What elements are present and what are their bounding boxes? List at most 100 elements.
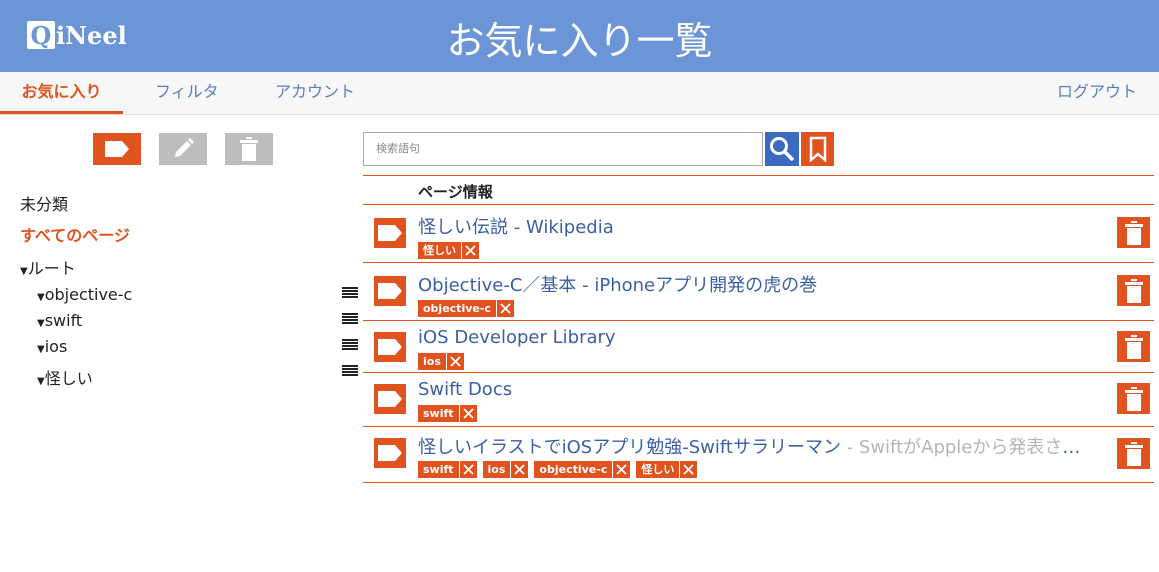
remove-tag-button[interactable]	[496, 300, 514, 317]
tag-chip-label[interactable]: 怪しい	[636, 461, 680, 478]
tree-folder-label: objective-c	[44, 285, 133, 304]
tag-button[interactable]	[374, 438, 406, 468]
bookmark-icon	[809, 136, 826, 162]
delete-row-button[interactable]	[1117, 217, 1150, 248]
remove-tag-button[interactable]	[459, 405, 477, 422]
delete-row-button[interactable]	[1117, 275, 1150, 306]
page-title-text: Swift Docs	[418, 379, 513, 400]
column-header-page-info: ページ情報	[418, 183, 493, 201]
drag-handle-icon[interactable]	[342, 339, 358, 351]
search-input[interactable]	[363, 132, 763, 166]
tag-chip-label[interactable]: ios	[482, 461, 511, 478]
tag-list: objective-c	[418, 300, 520, 317]
tag-chip: objective-c	[534, 461, 631, 478]
tag-chip-label[interactable]: swift	[418, 461, 459, 478]
drag-handle-icon[interactable]	[342, 313, 358, 325]
delete-row-button[interactable]	[1117, 438, 1150, 469]
sidebar-item-all-pages[interactable]: すべてのページ	[20, 222, 130, 246]
remove-tag-button[interactable]	[613, 461, 631, 478]
caret-down-icon: ▼	[20, 266, 28, 277]
close-icon	[462, 408, 474, 419]
search-icon	[770, 137, 795, 162]
tree-folder-label: ios	[44, 337, 68, 356]
tag-icon	[378, 339, 402, 355]
close-icon	[465, 245, 476, 256]
tag-chip-label[interactable]: objective-c	[534, 461, 613, 478]
trash-icon	[1124, 220, 1143, 245]
page-title-link[interactable]: 怪しいイラストでiOSアプリ勉強-Swiftサラリーマン - SwiftがApp…	[418, 433, 1098, 459]
page-title-text: iOS Developer Library	[418, 327, 616, 348]
pencil-icon	[175, 138, 194, 157]
tree-folder[interactable]: ▼swift	[37, 311, 82, 330]
page-title-link[interactable]: Swift Docs	[418, 379, 512, 400]
close-icon	[683, 464, 694, 475]
tab-account[interactable]: アカウント	[275, 72, 355, 114]
tag-chip: swift	[418, 405, 477, 422]
page-title-text: Objective-C／基本 - iPhoneアプリ開発の虎の巻	[418, 275, 818, 296]
tag-chip: ios	[418, 353, 464, 370]
remove-tag-button[interactable]	[446, 353, 464, 370]
tag-chip: swift	[418, 461, 477, 478]
tag-chip: 怪しい	[636, 461, 698, 478]
caret-down-icon: ▼	[37, 344, 45, 355]
drag-handle-icon[interactable]	[342, 287, 358, 299]
page-title-link[interactable]: iOS Developer Library	[418, 327, 616, 348]
edit-button[interactable]	[159, 133, 207, 165]
page-description: - SwiftがAppleから発表され…	[840, 437, 1098, 458]
page-title-link[interactable]: Objective-C／基本 - iPhoneアプリ開発の虎の巻	[418, 271, 817, 297]
tab-filter[interactable]: フィルタ	[155, 72, 219, 114]
caret-down-icon: ▼	[37, 376, 45, 387]
nav-tabs: お気に入り フィルタ アカウント ログアウト	[0, 72, 1159, 115]
tag-button[interactable]	[374, 384, 406, 414]
pages-table: ページ情報 怪しい伝説 - Wikipedia 怪しい Objective-C／…	[363, 175, 1154, 483]
remove-tag-button[interactable]	[511, 461, 529, 478]
table-row: Swift Docs swift	[363, 373, 1154, 427]
tag-button[interactable]	[374, 332, 406, 362]
tree-folder[interactable]: ▼objective-c	[37, 285, 132, 304]
page-title-text: 怪しいイラストでiOSアプリ勉強-Swiftサラリーマン	[418, 437, 841, 458]
tree-root[interactable]: ▼ルート	[20, 255, 76, 279]
tree-folder[interactable]: ▼怪しい	[37, 365, 93, 389]
table-row: 怪しい伝説 - Wikipedia 怪しい	[363, 205, 1154, 263]
tag-icon	[378, 445, 402, 461]
tag-chip-label[interactable]: swift	[418, 405, 459, 422]
drag-handle-icon[interactable]	[342, 365, 358, 377]
tag-chip: 怪しい	[418, 242, 479, 259]
tag-list: swift	[418, 405, 483, 422]
search-button[interactable]	[765, 132, 799, 166]
tag-chip-label[interactable]: objective-c	[418, 300, 496, 317]
bookmark-button[interactable]	[801, 132, 834, 166]
logout-link[interactable]: ログアウト	[1057, 72, 1137, 114]
tag-icon	[105, 141, 129, 157]
page-title-link[interactable]: 怪しい伝説 - Wikipedia	[418, 213, 614, 239]
tag-chip-label[interactable]: 怪しい	[418, 242, 461, 259]
trash-icon	[1124, 441, 1143, 466]
table-header: ページ情報	[363, 176, 1154, 205]
remove-tag-button[interactable]	[680, 461, 698, 478]
tree-folder[interactable]: ▼ios	[37, 337, 67, 356]
sidebar-item-uncategorized[interactable]: 未分類	[20, 191, 68, 215]
add-tag-button[interactable]	[93, 133, 141, 165]
tab-favorites[interactable]: お気に入り	[0, 72, 123, 114]
tag-button[interactable]	[374, 276, 406, 306]
tag-list: swift ios objective-c 怪しい	[418, 461, 703, 478]
table-row: iOS Developer Library ios	[363, 321, 1154, 373]
close-icon	[500, 303, 511, 314]
remove-tag-button[interactable]	[459, 461, 477, 478]
close-icon	[450, 356, 461, 367]
remove-tag-button[interactable]	[462, 242, 479, 259]
close-icon	[514, 464, 526, 475]
tag-chip: ios	[482, 461, 529, 478]
delete-button[interactable]	[225, 133, 273, 165]
delete-row-button[interactable]	[1117, 331, 1150, 362]
delete-row-button[interactable]	[1117, 383, 1150, 414]
tree-folder-label: swift	[44, 311, 83, 330]
tag-icon	[378, 391, 402, 407]
table-row: Objective-C／基本 - iPhoneアプリ開発の虎の巻 objecti…	[363, 263, 1154, 321]
caret-down-icon: ▼	[37, 292, 45, 303]
trash-icon	[1124, 386, 1143, 411]
trash-icon	[1124, 278, 1143, 303]
tag-button[interactable]	[374, 218, 406, 248]
page-title: お気に入り一覧	[446, 19, 713, 63]
tag-chip-label[interactable]: ios	[418, 353, 446, 370]
